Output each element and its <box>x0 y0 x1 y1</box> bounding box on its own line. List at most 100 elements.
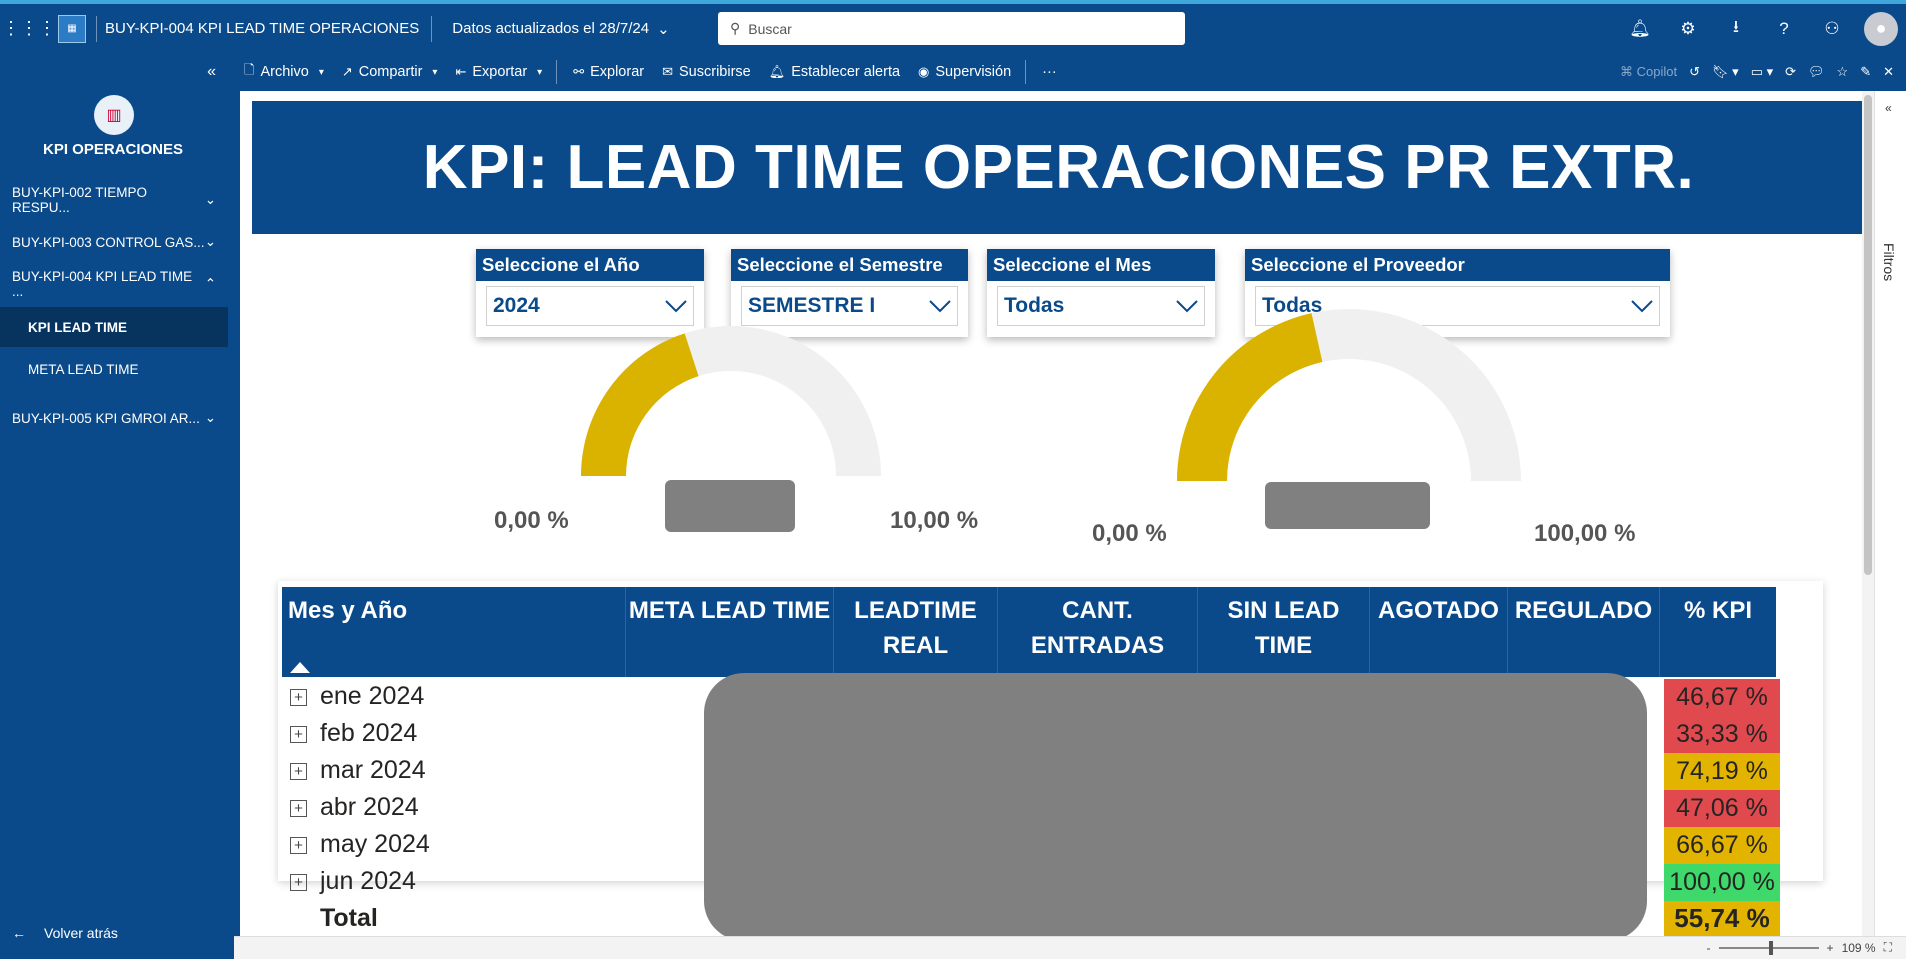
redacted-table-values <box>704 673 1647 941</box>
copilot-button[interactable]: ⌘ Copilot <box>1620 64 1677 80</box>
column-header[interactable]: META LEAD TIME <box>626 587 834 677</box>
suscribirse-button[interactable]: ✉ Suscribirse <box>662 64 751 80</box>
column-header[interactable]: CANT. ENTRADAS <box>998 587 1198 677</box>
expand-plus-icon[interactable]: + <box>290 874 307 891</box>
column-header[interactable]: AGOTADO <box>1370 587 1508 677</box>
arrow-left-icon: ← <box>12 925 26 941</box>
back-button[interactable]: ← Volver atrás <box>12 925 118 941</box>
favorite-star-icon[interactable]: ☆ <box>1837 64 1849 80</box>
sort-ascending-icon[interactable] <box>290 662 310 673</box>
nav-item-kpi-004[interactable]: BUY-KPI-004 KPI LEAD TIME ... ⌃ <box>0 264 228 304</box>
workspace-logo[interactable]: ▦ <box>58 14 86 43</box>
binoculars-icon: ⚯ <box>573 64 585 79</box>
bookmark-icon[interactable]: 🔖︎ ▾ <box>1712 64 1739 80</box>
more-icon: ··· <box>1042 64 1057 80</box>
download-icon[interactable]: ⭳ <box>1712 14 1760 43</box>
copilot-label: Copilot <box>1636 64 1678 79</box>
redacted-value <box>1265 482 1430 529</box>
expand-plus-icon[interactable]: + <box>290 837 307 854</box>
nav-item-kpi-005[interactable]: BUY-KPI-005 KPI GMROI AR... ⌄ <box>0 398 228 438</box>
expand-filters-icon[interactable]: « <box>1885 101 1892 115</box>
establecer-alerta-button[interactable]: 🔔︎ Establecer alerta <box>769 64 900 80</box>
slicer-header: Seleccione el Proveedor <box>1245 249 1670 281</box>
refresh-icon[interactable]: ⟳ <box>1785 64 1796 80</box>
gauge-chart-2 <box>1177 309 1521 481</box>
row-label: feb 2024 <box>320 719 418 747</box>
archivo-menu[interactable]: 🗋︎ Archivo ▾ <box>244 61 324 83</box>
kpi-cell: 33,33 % <box>1664 716 1780 753</box>
view-icon[interactable]: ▭ ▾ <box>1751 64 1773 80</box>
column-header[interactable]: LEADTIME REAL <box>834 587 998 677</box>
gauge-min-label: 0,00 % <box>494 507 569 534</box>
nav-item-label: META LEAD TIME <box>28 361 139 377</box>
slicer-header: Seleccione el Mes <box>987 249 1215 281</box>
zoom-level: 109 % <box>1841 940 1876 955</box>
column-header[interactable]: Mes y Año <box>282 587 626 677</box>
back-label: Volver atrás <box>44 925 118 941</box>
fit-page-icon[interactable]: ⛶ <box>1884 940 1892 955</box>
nav-item-kpi-003[interactable]: BUY-KPI-003 CONTROL GAS... ⌄ <box>0 222 228 262</box>
help-icon[interactable]: ? <box>1760 19 1808 39</box>
supervision-label: Supervisión <box>935 64 1012 80</box>
export-icon: ⇤ <box>455 64 467 79</box>
zoom-out-icon[interactable]: - <box>1707 941 1711 955</box>
share-people-icon[interactable]: ⚇ <box>1808 19 1856 39</box>
expand-plus-icon[interactable]: + <box>290 689 307 706</box>
app-launcher-icon[interactable]: ⋮⋮⋮ <box>0 4 58 53</box>
slicer-value: Todas <box>1004 294 1065 317</box>
gauge-max-label: 100,00 % <box>1534 520 1636 547</box>
column-header[interactable]: REGULADO <box>1508 587 1660 677</box>
explorar-button[interactable]: ⚯ Explorar <box>573 64 644 80</box>
expand-plus-icon[interactable]: + <box>290 726 307 743</box>
navigation-pane: « ▥ KPI OPERACIONES BUY-KPI-002 TIEMPO R… <box>0 53 234 959</box>
zoom-slider[interactable] <box>1718 940 1819 955</box>
slicer-header: Seleccione el Año <box>476 249 704 281</box>
edit-pencil-icon[interactable]: ✎ <box>1860 64 1871 80</box>
chevron-up-icon: ⌃ <box>204 276 216 291</box>
zoom-slider-knob[interactable] <box>1768 940 1773 955</box>
column-header[interactable]: SIN LEAD TIME <box>1198 587 1370 677</box>
notifications-icon[interactable]: 🔔︎ <box>1616 19 1664 39</box>
expand-plus-icon[interactable]: + <box>290 763 307 780</box>
nav-page-kpi-lead-time[interactable]: KPI LEAD TIME <box>0 307 228 347</box>
zoom-control[interactable]: - + 109 % ⛶ <box>1707 940 1892 955</box>
close-icon[interactable]: ✕ <box>1883 64 1894 80</box>
compartir-menu[interactable]: ↗ Compartir ▾ <box>342 64 438 80</box>
report-canvas: KPI: LEAD TIME OPERACIONES PR EXTR. Sele… <box>234 91 1874 941</box>
data-updated-dropdown[interactable]: Datos actualizados el 28/7/24 ⌄ <box>452 20 669 38</box>
reset-icon[interactable]: ↺ <box>1689 64 1700 80</box>
column-header[interactable]: % KPI <box>1660 587 1776 677</box>
chevron-down-icon: ⌄ <box>204 410 216 425</box>
comment-icon[interactable]: 💬︎ <box>1808 64 1825 80</box>
kpi-cell: 46,67 % <box>1664 679 1780 716</box>
more-options-button[interactable]: ··· <box>1042 64 1057 80</box>
nav-item-kpi-002[interactable]: BUY-KPI-002 TIEMPO RESPU... ⌄ <box>0 180 228 220</box>
filters-pane[interactable]: « Filtros <box>1874 91 1906 936</box>
chevron-down-icon: ⌄ <box>204 234 216 249</box>
user-avatar[interactable]: ● <box>1864 11 1898 46</box>
nav-page-meta-lead-time[interactable]: META LEAD TIME <box>0 349 228 389</box>
share-icon: ↗ <box>341 64 353 79</box>
report-title: BUY-KPI-004 KPI LEAD TIME OPERACIONES <box>105 20 420 37</box>
search-placeholder: Buscar <box>748 20 792 37</box>
chevron-down-icon <box>1631 300 1653 313</box>
settings-gear-icon[interactable]: ⚙ <box>1664 19 1712 39</box>
alerta-label: Establecer alerta <box>791 64 901 80</box>
vertical-scrollbar[interactable] <box>1862 91 1874 936</box>
search-input[interactable]: ⚲ Buscar <box>718 12 1185 45</box>
gauge-max-label: 10,00 % <box>890 507 979 534</box>
scrollbar-thumb[interactable] <box>1864 95 1872 575</box>
bell-icon: 🔔︎ <box>768 64 786 79</box>
chevron-down-icon: ⌄ <box>204 192 216 207</box>
collapse-nav-icon[interactable]: « <box>207 63 216 81</box>
toolbar-divider <box>1025 60 1027 84</box>
chevron-down-icon <box>929 300 951 313</box>
expand-plus-icon[interactable]: + <box>290 800 307 817</box>
chevron-down-icon: ▾ <box>432 66 438 78</box>
zoom-in-icon[interactable]: + <box>1827 941 1834 955</box>
app-title: KPI OPERACIONES <box>42 141 184 158</box>
gauge-chart-1 <box>581 326 881 476</box>
exportar-menu[interactable]: ⇤ Exportar ▾ <box>455 64 542 80</box>
supervision-button[interactable]: ◉ Supervisión <box>918 64 1011 80</box>
redacted-value <box>665 480 795 532</box>
